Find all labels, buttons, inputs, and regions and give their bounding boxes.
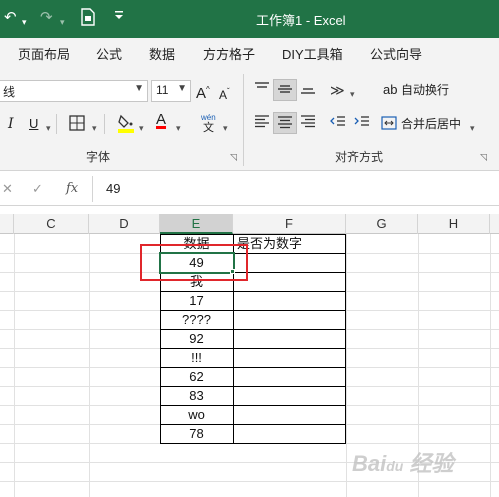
column-header-h[interactable]: H	[418, 214, 490, 234]
borders-dropdown-icon[interactable]: ▾	[92, 120, 97, 136]
enter-icon[interactable]: ✓	[32, 181, 43, 197]
formula-input[interactable]: 49	[106, 181, 120, 196]
font-name-value: 线	[3, 85, 16, 99]
merge-dropdown-icon[interactable]: ▾	[470, 120, 475, 136]
chevron-down-icon[interactable]: ▼	[134, 83, 144, 94]
table-border	[160, 443, 346, 444]
gridline	[346, 234, 347, 497]
grow-font-button[interactable]: A^	[196, 82, 210, 102]
gridline	[490, 234, 491, 497]
column-header-g[interactable]: G	[346, 214, 418, 234]
underline-dropdown-icon[interactable]: ▾	[46, 120, 51, 136]
ribbon-tabs: 页面布局 公式 数据 方方格子 DIY工具箱 公式向导	[0, 38, 499, 68]
cell-e7[interactable]: !!!	[160, 348, 233, 367]
chevron-down-icon[interactable]: ▼	[177, 83, 187, 94]
tab-data[interactable]: 数据	[149, 44, 175, 63]
redo-icon[interactable]: ↷	[40, 8, 53, 28]
font-group-label: 字体	[86, 150, 111, 164]
merge-center-icon[interactable]	[381, 115, 397, 135]
orientation-icon[interactable]: ≫	[330, 82, 345, 98]
fill-color-icon[interactable]	[116, 112, 136, 138]
column-header-d[interactable]: D	[89, 214, 160, 234]
highlight-annotation-box	[140, 244, 248, 281]
cell-e9[interactable]: 83	[160, 386, 233, 405]
cell-e5[interactable]: ????	[160, 310, 233, 329]
borders-icon[interactable]	[68, 114, 86, 136]
cell-e6[interactable]: 92	[160, 329, 233, 348]
shrink-font-button[interactable]: Aˇ	[219, 84, 230, 103]
cell-e10[interactable]: wo	[160, 405, 233, 424]
underline-button[interactable]: U	[29, 116, 38, 132]
tab-formulas[interactable]: 公式	[96, 44, 122, 63]
shrink-font-label: A	[219, 88, 228, 102]
customize-toolbar-icon[interactable]	[114, 8, 124, 28]
align-left-icon[interactable]	[250, 112, 274, 134]
align-right-icon[interactable]	[296, 112, 320, 134]
ribbon-body: 线 ▼ 11 ▼ A^ Aˇ I U ▾ ▾ ▾ A ▾ wén 文 ▾ 字体 …	[0, 68, 499, 171]
column-headers: C D E F G H	[0, 214, 499, 234]
wrap-text-button[interactable]: 自动换行	[401, 82, 449, 98]
tab-fangfangezi[interactable]: 方方格子	[203, 44, 255, 63]
tab-page-layout[interactable]: 页面布局	[18, 44, 70, 63]
undo-icon[interactable]: ↶	[4, 8, 17, 28]
gridline	[14, 234, 15, 497]
decrease-indent-icon[interactable]	[326, 112, 350, 134]
cell-e8[interactable]: 62	[160, 367, 233, 386]
align-top-icon[interactable]	[250, 79, 274, 101]
phonetic-guide-char[interactable]: 文	[203, 120, 214, 136]
grow-font-label: A	[196, 85, 207, 102]
insert-function-icon[interactable]: fx	[66, 181, 78, 196]
align-center-icon[interactable]	[273, 112, 297, 134]
watermark: Baidu 经验	[352, 451, 454, 476]
gridline	[0, 481, 499, 482]
font-name-combo[interactable]: 线 ▼	[0, 80, 148, 102]
align-bottom-icon[interactable]	[296, 79, 320, 101]
document-icon[interactable]	[80, 8, 96, 32]
fill-color-dropdown-icon[interactable]: ▾	[139, 120, 144, 136]
column-header-partial[interactable]	[0, 214, 14, 234]
table-border	[345, 234, 346, 443]
phonetic-dropdown-icon[interactable]: ▾	[223, 120, 228, 136]
increase-indent-icon[interactable]	[350, 112, 374, 134]
align-middle-icon[interactable]	[273, 79, 297, 101]
font-color-button[interactable]: A	[156, 112, 166, 128]
font-size-value: 11	[156, 83, 169, 97]
alignment-group-label: 对齐方式	[335, 150, 384, 164]
group-separator	[243, 74, 244, 166]
font-dialog-launcher-icon[interactable]: ◹	[230, 152, 237, 163]
title-bar: ↶ ▾ ↷ ▾ 工作簿1 - Excel	[0, 0, 499, 38]
excel-window: ↶ ▾ ↷ ▾ 工作簿1 - Excel 页面布局 公式 数据 方方格子 DIY…	[0, 0, 499, 497]
window-title: 工作簿1 - Excel	[256, 13, 346, 28]
tab-formula-wizard[interactable]: 公式向导	[370, 44, 422, 63]
separator	[92, 176, 93, 202]
column-header-c[interactable]: C	[14, 214, 89, 234]
merge-center-button[interactable]: 合并后居中	[401, 116, 461, 132]
column-header-e[interactable]: E	[160, 214, 233, 234]
italic-button[interactable]: I	[8, 116, 14, 132]
undo-dropdown-icon[interactable]: ▾	[22, 12, 27, 32]
separator	[56, 114, 57, 134]
orientation-dropdown-icon[interactable]: ▾	[350, 86, 355, 102]
cancel-icon[interactable]: ✕	[2, 181, 13, 197]
gridline	[89, 234, 90, 497]
column-header-f[interactable]: F	[233, 214, 346, 234]
cell-e4[interactable]: 17	[160, 291, 233, 310]
tab-diy-toolbox[interactable]: DIY工具箱	[282, 44, 343, 63]
cell-e11[interactable]: 78	[160, 424, 233, 443]
cell-f1[interactable]: 是否为数字	[237, 234, 345, 253]
font-size-combo[interactable]: 11 ▼	[151, 80, 191, 102]
wrap-text-icon[interactable]: ab	[383, 82, 397, 98]
formula-bar: ✕ ✓ fx 49	[0, 172, 499, 206]
font-color-dropdown-icon[interactable]: ▾	[176, 120, 181, 136]
separator	[104, 114, 105, 134]
redo-dropdown-icon[interactable]: ▾	[60, 12, 65, 32]
alignment-dialog-launcher-icon[interactable]: ◹	[480, 152, 487, 163]
